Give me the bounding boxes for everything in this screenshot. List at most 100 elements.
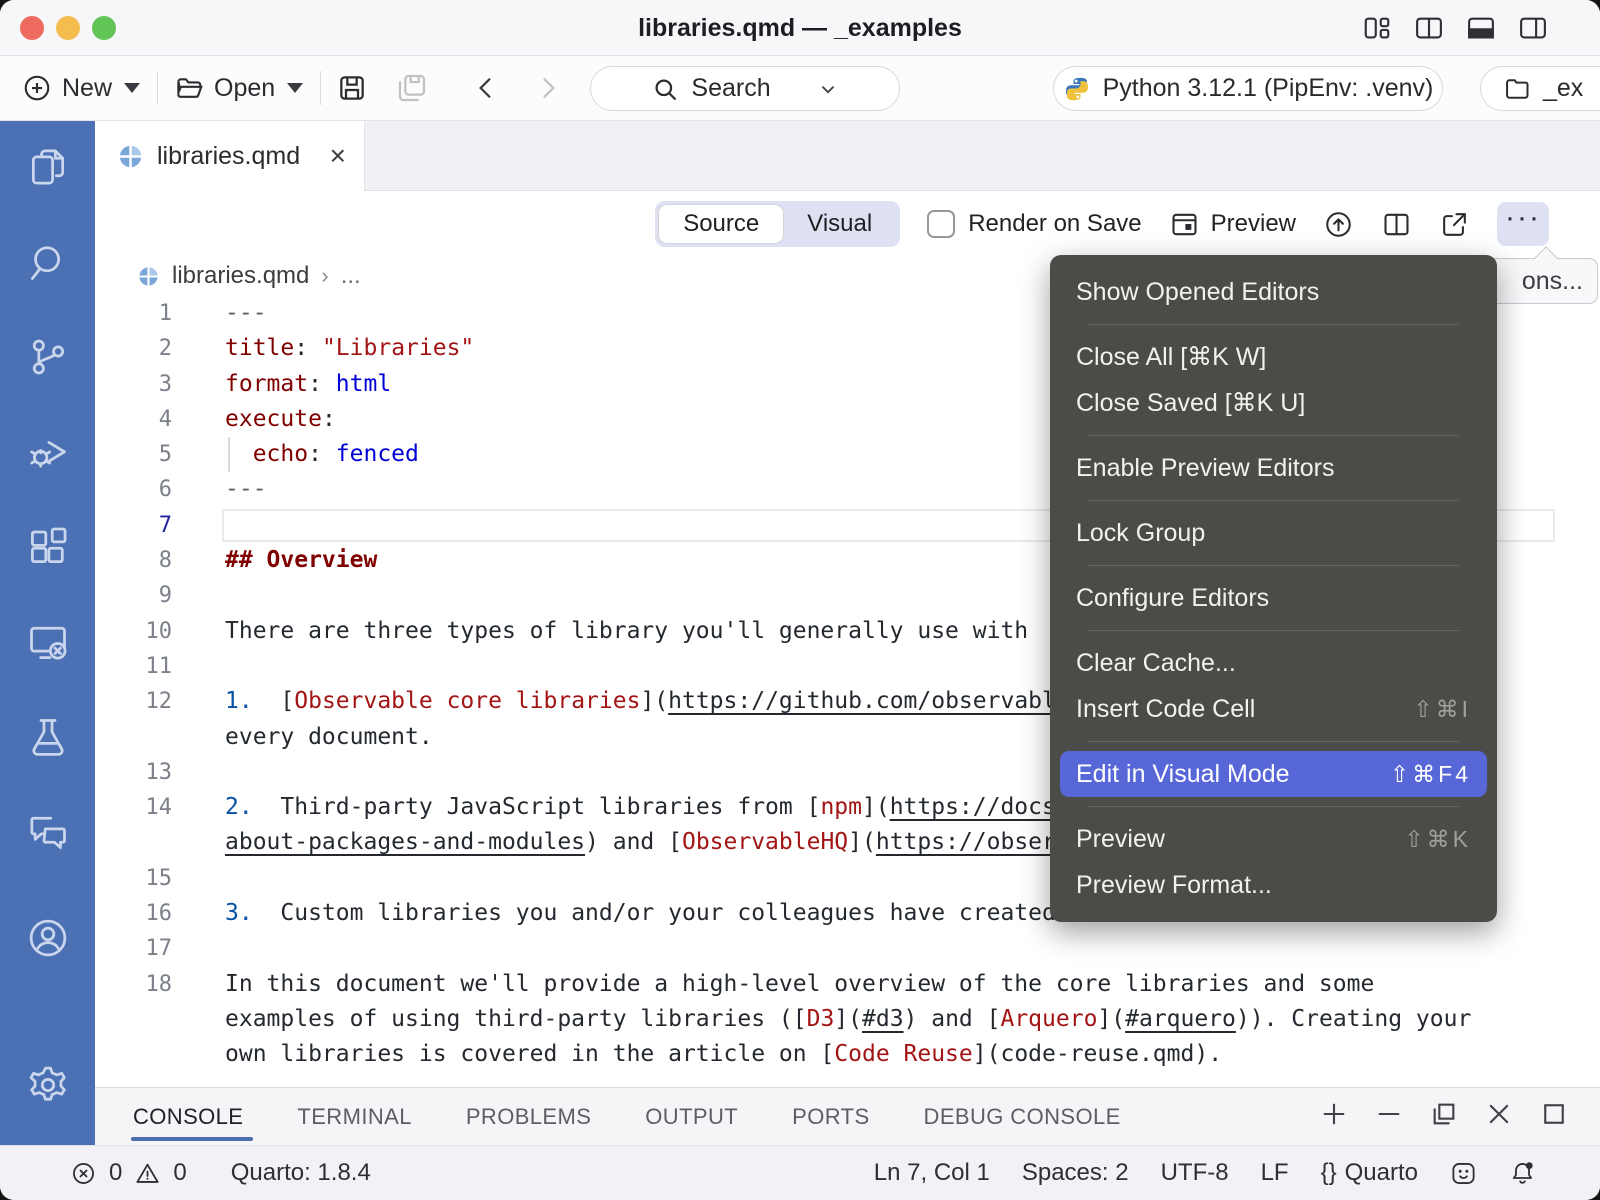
menu-item-label: Close All [⌘K W] bbox=[1076, 342, 1266, 372]
chevron-down-icon bbox=[817, 78, 839, 100]
menu-item-configure-editors[interactable]: Configure Editors bbox=[1050, 575, 1497, 621]
explorer-icon[interactable] bbox=[26, 145, 70, 189]
save-button[interactable] bbox=[336, 72, 368, 104]
toggle-left-panel-icon[interactable] bbox=[1414, 13, 1444, 48]
line-number: 1 bbox=[95, 296, 225, 331]
render-on-save-checkbox[interactable] bbox=[927, 210, 955, 238]
navigate-forward-button[interactable] bbox=[532, 72, 564, 104]
chat-icon[interactable] bbox=[26, 810, 70, 854]
menu-item-preview-format[interactable]: Preview Format... bbox=[1050, 862, 1497, 908]
dropdown-caret-icon bbox=[287, 83, 303, 93]
warning-count: 0 bbox=[173, 1159, 186, 1187]
menu-item-preview[interactable]: Preview⇧⌘K bbox=[1050, 816, 1497, 862]
run-and-debug-icon[interactable] bbox=[26, 430, 70, 474]
search-input[interactable]: Search bbox=[590, 66, 900, 111]
more-actions-button[interactable]: ··· bbox=[1497, 202, 1549, 246]
menu-item-edit-in-visual-mode[interactable]: Edit in Visual Mode⇧⌘F4 bbox=[1060, 751, 1487, 797]
line-number: 7 bbox=[95, 508, 225, 543]
render-on-save-toggle[interactable]: Render on Save bbox=[927, 210, 1141, 238]
open-in-new-window-icon[interactable] bbox=[1439, 209, 1470, 240]
quarto-file-icon bbox=[137, 265, 160, 288]
open-button[interactable]: Open bbox=[174, 56, 303, 120]
notifications-bell-icon[interactable] bbox=[1509, 1160, 1536, 1187]
line-content[interactable] bbox=[225, 931, 1600, 966]
code-row[interactable]: 18In this document we'll provide a high-… bbox=[95, 967, 1600, 1002]
warning-icon bbox=[134, 1160, 161, 1187]
menu-item-insert-code-cell[interactable]: Insert Code Cell⇧⌘I bbox=[1050, 686, 1497, 732]
menu-item-show-opened-editors[interactable]: Show Opened Editors bbox=[1050, 269, 1497, 315]
problems-status[interactable]: 0 0 bbox=[70, 1159, 187, 1187]
menu-item-shortcut: ⇧⌘K bbox=[1404, 826, 1471, 853]
visual-mode-button[interactable]: Visual bbox=[783, 205, 896, 243]
tab-libraries-qmd[interactable]: libraries.qmd × bbox=[95, 121, 365, 191]
close-tab-icon[interactable]: × bbox=[330, 142, 346, 170]
account-icon[interactable] bbox=[26, 916, 70, 960]
language-mode-status[interactable]: {} Quarto bbox=[1321, 1159, 1418, 1187]
render-icon[interactable] bbox=[1323, 209, 1354, 240]
testing-icon[interactable] bbox=[26, 715, 70, 759]
source-mode-button[interactable]: Source bbox=[659, 205, 783, 243]
navigate-back-button[interactable] bbox=[470, 72, 502, 104]
minimize-panel-icon[interactable] bbox=[1375, 1100, 1403, 1133]
split-editor-icon[interactable] bbox=[1381, 209, 1412, 240]
menu-item-label: Edit in Visual Mode bbox=[1076, 760, 1290, 789]
panel-tab-debug-console[interactable]: DEBUG CONSOLE bbox=[924, 1088, 1121, 1145]
line-content[interactable]: examples of using third-party libraries … bbox=[225, 1002, 1600, 1037]
line-content[interactable]: own libraries is covered in the article … bbox=[225, 1037, 1600, 1072]
search-icon[interactable] bbox=[26, 240, 70, 284]
toolbar-separator bbox=[157, 71, 158, 105]
cursor-position-status[interactable]: Ln 7, Col 1 bbox=[874, 1159, 990, 1187]
panel-tab-console[interactable]: CONSOLE bbox=[133, 1088, 243, 1145]
menu-item-clear-cache[interactable]: Clear Cache... bbox=[1050, 640, 1497, 686]
workspace-selector[interactable]: _ex bbox=[1480, 66, 1600, 111]
maximize-panel-icon[interactable] bbox=[1540, 1100, 1568, 1133]
menu-item-label: Insert Code Cell bbox=[1076, 695, 1255, 724]
line-number: 12 bbox=[95, 684, 225, 719]
indentation-status[interactable]: Spaces: 2 bbox=[1022, 1159, 1129, 1187]
preview-icon[interactable] bbox=[1169, 209, 1200, 240]
code-row[interactable]: examples of using third-party libraries … bbox=[95, 1002, 1600, 1037]
menu-item-close-all-k-w[interactable]: Close All [⌘K W] bbox=[1050, 334, 1497, 380]
preview-label[interactable]: Preview bbox=[1211, 210, 1296, 238]
toggle-right-panel-icon[interactable] bbox=[1518, 13, 1548, 48]
interpreter-selector[interactable]: Python 3.12.1 (PipEnv: .venv) bbox=[1053, 66, 1443, 111]
line-content[interactable]: In this document we'll provide a high-le… bbox=[225, 967, 1600, 1002]
line-number: 5 bbox=[95, 437, 225, 472]
quarto-version-status[interactable]: Quarto: 1.8.4 bbox=[231, 1159, 371, 1187]
error-count: 0 bbox=[109, 1159, 122, 1187]
panel-tab-output[interactable]: OUTPUT bbox=[645, 1088, 738, 1145]
editor-tab-strip: libraries.qmd × bbox=[95, 121, 1600, 191]
save-all-button[interactable] bbox=[396, 72, 428, 104]
line-number bbox=[95, 1037, 225, 1072]
extensions-icon[interactable] bbox=[26, 525, 70, 569]
line-number: 6 bbox=[95, 472, 225, 507]
panel-tab-ports[interactable]: PORTS bbox=[792, 1088, 869, 1145]
restore-panel-icon[interactable] bbox=[1430, 1100, 1458, 1133]
search-icon bbox=[651, 75, 679, 103]
menu-item-label: Configure Editors bbox=[1076, 584, 1269, 613]
panel-tab-problems[interactable]: PROBLEMS bbox=[466, 1088, 591, 1145]
customize-layout-icon[interactable] bbox=[1362, 13, 1392, 48]
line-number: 17 bbox=[95, 931, 225, 966]
close-panel-icon[interactable] bbox=[1485, 1100, 1513, 1133]
menu-separator bbox=[1088, 565, 1459, 566]
new-button[interactable]: New bbox=[22, 56, 140, 120]
braces-icon: {} bbox=[1321, 1159, 1337, 1187]
feedback-smiley-icon[interactable] bbox=[1450, 1160, 1477, 1187]
code-row[interactable]: 17 bbox=[95, 931, 1600, 966]
toolbar-separator bbox=[320, 71, 321, 105]
toggle-bottom-panel-icon[interactable] bbox=[1466, 13, 1496, 48]
menu-item-close-saved-k-u[interactable]: Close Saved [⌘K U] bbox=[1050, 380, 1497, 426]
panel-tab-terminal[interactable]: TERMINAL bbox=[297, 1088, 411, 1145]
source-control-icon[interactable] bbox=[26, 335, 70, 379]
breadcrumb-more[interactable]: ... bbox=[341, 262, 361, 290]
settings-gear-icon[interactable] bbox=[26, 1063, 70, 1107]
new-console-icon[interactable] bbox=[1320, 1100, 1348, 1133]
eol-status[interactable]: LF bbox=[1261, 1159, 1289, 1187]
menu-item-lock-group[interactable]: Lock Group bbox=[1050, 510, 1497, 556]
encoding-status[interactable]: UTF-8 bbox=[1161, 1159, 1229, 1187]
code-row[interactable]: own libraries is covered in the article … bbox=[95, 1037, 1600, 1072]
remote-explorer-icon[interactable] bbox=[26, 620, 70, 664]
menu-item-enable-preview-editors[interactable]: Enable Preview Editors bbox=[1050, 445, 1497, 491]
breadcrumb-file[interactable]: libraries.qmd bbox=[172, 262, 309, 290]
